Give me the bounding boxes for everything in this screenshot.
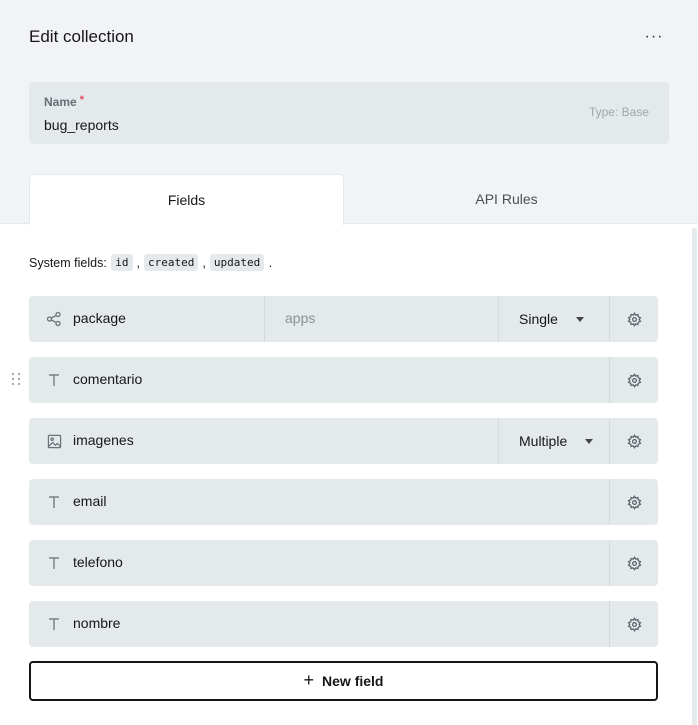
field-name[interactable]: email — [73, 493, 106, 509]
collection-header: Edit collection ··· Name* Type: Base Fie… — [0, 0, 698, 225]
page-title: Edit collection — [29, 27, 134, 46]
text-icon — [44, 492, 64, 512]
field-row-email[interactable]: email — [29, 479, 658, 525]
system-field-id: id — [111, 254, 133, 271]
file-max-select[interactable]: Multiple — [519, 418, 594, 464]
gear-icon — [627, 433, 641, 449]
text-icon — [44, 370, 64, 390]
field-row-imagenes[interactable]: imagenes Multiple — [29, 418, 658, 464]
field-settings-button[interactable] — [610, 357, 658, 403]
field-name[interactable]: package — [73, 310, 126, 326]
drag-handle-icon[interactable] — [11, 372, 21, 386]
tab-fields[interactable]: Fields — [29, 174, 344, 225]
field-settings-button[interactable] — [610, 540, 658, 586]
image-icon — [44, 431, 64, 451]
collection-type-label: Type: Base — [588, 105, 649, 119]
system-field-created: created — [144, 254, 199, 271]
chevron-down-icon — [575, 316, 584, 322]
name-field-label: Name * — [44, 94, 84, 109]
tab-api-rules[interactable]: API Rules — [344, 174, 669, 224]
relation-collection[interactable]: apps — [285, 310, 315, 326]
field-name[interactable]: imagenes — [73, 432, 134, 448]
gear-icon — [627, 555, 641, 571]
more-options-button[interactable]: ··· — [640, 24, 668, 50]
chevron-down-icon — [585, 438, 594, 444]
field-settings-button[interactable] — [610, 601, 658, 647]
name-field[interactable]: Name* Type: Base — [29, 82, 669, 144]
required-mark: * — [79, 94, 84, 106]
field-settings-button[interactable] — [610, 418, 658, 464]
field-row-nombre[interactable]: nombre — [29, 601, 658, 647]
name-input[interactable] — [44, 115, 564, 135]
system-field-updated: updated — [209, 254, 265, 271]
new-field-button[interactable]: + New field — [29, 661, 658, 701]
relation-type-select[interactable]: Single — [519, 296, 584, 342]
gear-icon — [627, 311, 641, 327]
fields-panel: System fields: id, created, updated . pa… — [0, 223, 698, 725]
field-row-comentario[interactable]: comentario — [29, 357, 658, 403]
field-name[interactable]: telefono — [73, 554, 123, 570]
text-icon — [44, 614, 64, 634]
scrollbar[interactable] — [692, 228, 697, 725]
field-row-telefono[interactable]: telefono — [29, 540, 658, 586]
new-field-label: New field — [322, 673, 384, 689]
plus-icon: + — [303, 669, 315, 690]
tabs: Fields API Rules — [29, 174, 669, 225]
field-name[interactable]: comentario — [73, 371, 142, 387]
gear-icon — [627, 616, 641, 632]
relation-icon — [44, 309, 64, 329]
field-row-package[interactable]: package apps Single — [29, 296, 658, 342]
field-settings-button[interactable] — [610, 296, 658, 342]
field-name[interactable]: nombre — [73, 615, 120, 631]
text-icon — [44, 553, 64, 573]
gear-icon — [627, 494, 641, 510]
gear-icon — [627, 372, 641, 388]
system-fields: System fields: id, created, updated . — [29, 254, 273, 271]
more-icon: ··· — [644, 28, 664, 45]
field-settings-button[interactable] — [610, 479, 658, 525]
